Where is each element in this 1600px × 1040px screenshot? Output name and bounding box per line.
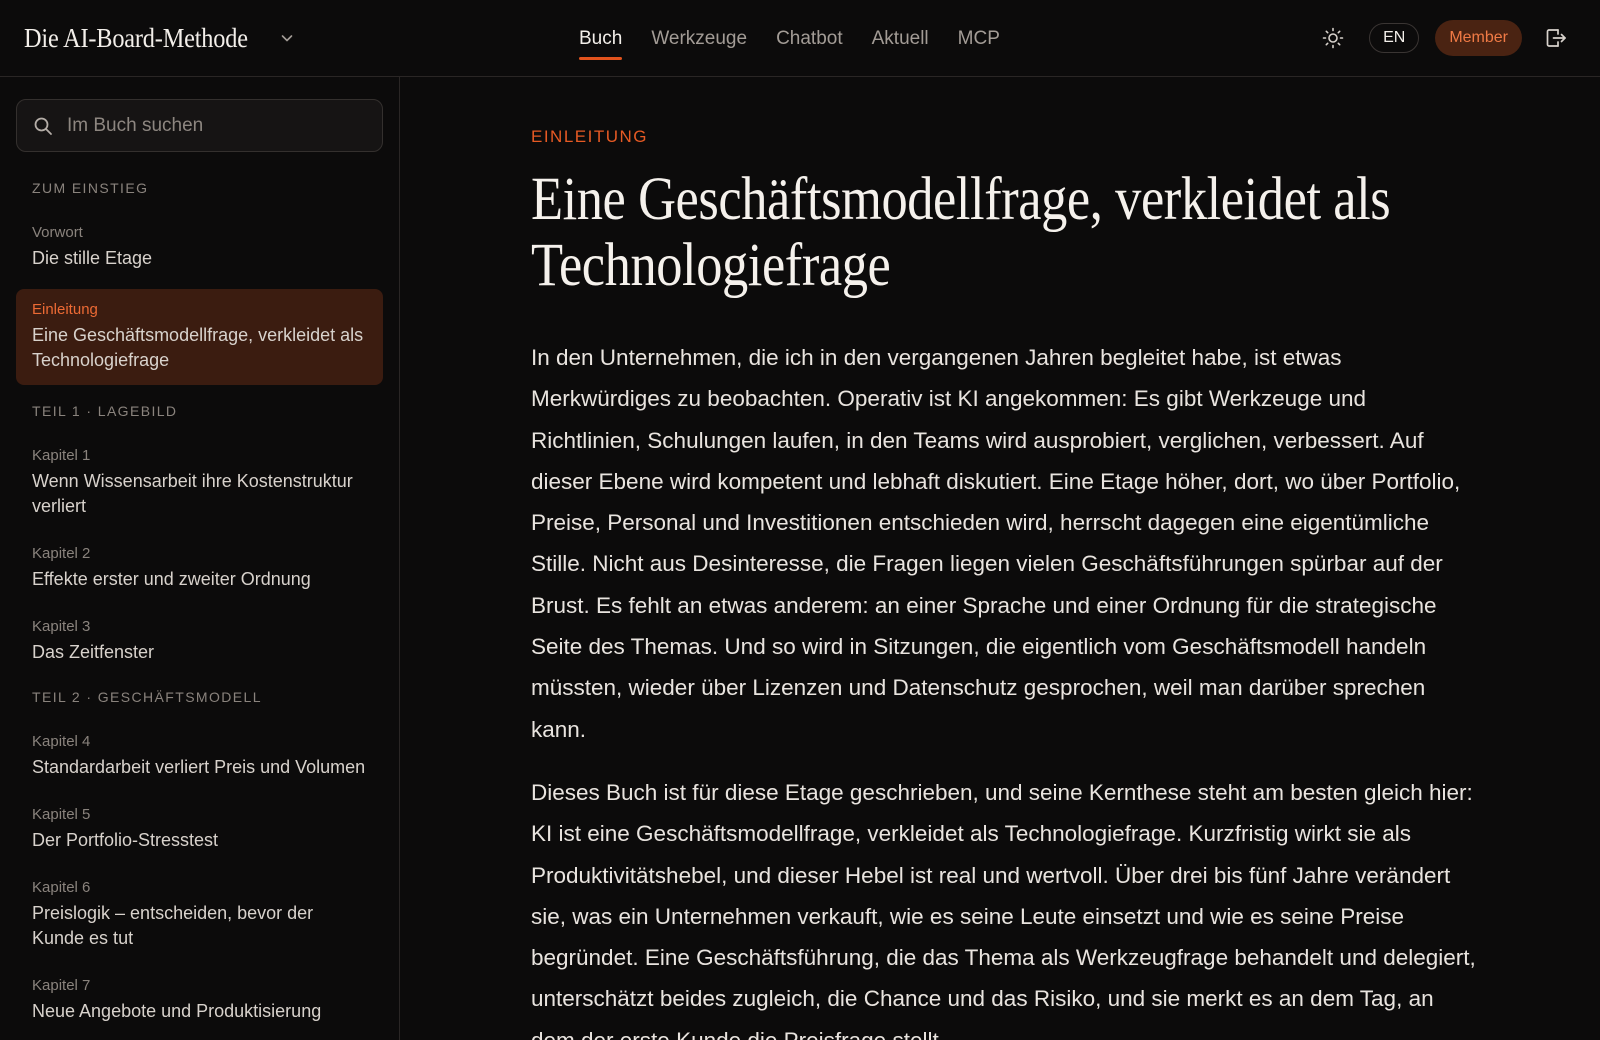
header-actions: EN Member	[1313, 18, 1576, 58]
toc-item-kicker: Kapitel 5	[32, 806, 91, 823]
toc-section-label: ZUM EINSTIEG	[32, 180, 149, 196]
toc-item-title: Der Portfolio-Stresstest	[32, 830, 219, 850]
nav-tab-mcp[interactable]: MCP	[958, 0, 1000, 77]
top-bar: Die AI-Board-Methode Buch Werkzeuge Chat…	[0, 0, 1600, 77]
toc-item-kapitel-1[interactable]: Kapitel 1 Wenn Wissensarbeit ihre Kosten…	[16, 439, 383, 529]
toc-item-title: Neue Angebote und Produktisierung	[32, 1001, 322, 1021]
toc-item-kicker: Kapitel 2	[32, 545, 91, 562]
main-nav: Buch Werkzeuge Chatbot Aktuell MCP	[579, 0, 1029, 77]
toc-item-title: Preislogik – entscheiden, bevor der Kund…	[32, 903, 314, 948]
toc-item-kicker: Einleitung	[32, 301, 98, 318]
sun-icon[interactable]	[1313, 18, 1353, 58]
article-paragraph: In den Unternehmen, die ich in den verga…	[531, 345, 1461, 742]
toc-item-kicker: Kapitel 4	[32, 733, 91, 750]
chevron-down-icon	[277, 28, 297, 48]
member-badge[interactable]: Member	[1435, 20, 1522, 56]
article-paragraph: Dieses Buch ist für diese Etage geschrie…	[531, 779, 1476, 1040]
toc-item-kapitel-6[interactable]: Kapitel 6 Preislogik – entscheiden, bevo…	[16, 871, 383, 961]
search-icon	[31, 114, 55, 138]
nav-tab-werkzeuge[interactable]: Werkzeuge	[651, 0, 747, 77]
reading-pane: EINLEITUNG Eine Geschäftsmodellfrage, ve…	[401, 77, 1600, 1040]
book-sidebar: ZUM EINSTIEG Vorwort Die stille Etage Ei…	[0, 77, 400, 1040]
toc-item-title: Die stille Etage	[32, 248, 153, 268]
toc-section-label: TEIL 2 · GESCHÄFTSMODELL	[32, 689, 262, 705]
toc-item-kapitel-4[interactable]: Kapitel 4 Standardarbeit verliert Preis …	[16, 725, 383, 790]
logout-icon[interactable]	[1536, 18, 1576, 58]
brand-menu[interactable]: Die AI-Board-Methode	[24, 18, 297, 58]
chapter-eyebrow: EINLEITUNG	[531, 127, 649, 146]
toc-item-title: Eine Geschäftsmodellfrage, verkleidet al…	[32, 325, 364, 370]
chapter-title: Eine Geschäftsmodellfrage, verkleidet al…	[531, 166, 1391, 299]
nav-tab-aktuell[interactable]: Aktuell	[872, 0, 929, 77]
toc-item-title: Standardarbeit verliert Preis und Volume…	[32, 757, 366, 777]
toc-item-kapitel-3[interactable]: Kapitel 3 Das Zeitfenster	[16, 610, 383, 675]
chapter-article: EINLEITUNG Eine Geschäftsmodellfrage, ve…	[531, 127, 1481, 1040]
toc-item-kicker: Kapitel 1	[32, 447, 91, 464]
language-toggle[interactable]: EN	[1369, 23, 1420, 53]
toc-section-label: TEIL 1 · LAGEBILD	[32, 403, 178, 419]
nav-tab-buch[interactable]: Buch	[579, 0, 623, 77]
search-box[interactable]	[16, 99, 383, 152]
toc-item-einleitung[interactable]: Einleitung Eine Geschäftsmodellfrage, ve…	[16, 289, 383, 385]
toc-item-kapitel-7[interactable]: Kapitel 7 Neue Angebote und Produktisier…	[16, 969, 383, 1034]
search-input[interactable]	[65, 113, 382, 138]
brand-title: Die AI-Board-Methode	[24, 22, 248, 53]
toc-item-title: Effekte erster und zweiter Ordnung	[32, 569, 311, 589]
toc-item-title: Wenn Wissensarbeit ihre Kostenstruktur v…	[32, 471, 353, 516]
toc-item-kicker: Vorwort	[32, 224, 83, 241]
toc-item-kicker: Kapitel 6	[32, 879, 91, 896]
table-of-contents: ZUM EINSTIEG Vorwort Die stille Etage Ei…	[16, 180, 383, 1040]
toc-item-kapitel-2[interactable]: Kapitel 2 Effekte erster und zweiter Ord…	[16, 537, 383, 602]
toc-item-kicker: Kapitel 3	[32, 618, 91, 635]
toc-item-kapitel-5[interactable]: Kapitel 5 Der Portfolio-Stresstest	[16, 798, 383, 863]
toc-item-title: Das Zeitfenster	[32, 642, 155, 662]
toc-item-vorwort[interactable]: Vorwort Die stille Etage	[16, 216, 383, 281]
toc-item-kicker: Kapitel 7	[32, 977, 91, 994]
nav-tab-chatbot[interactable]: Chatbot	[776, 0, 843, 77]
